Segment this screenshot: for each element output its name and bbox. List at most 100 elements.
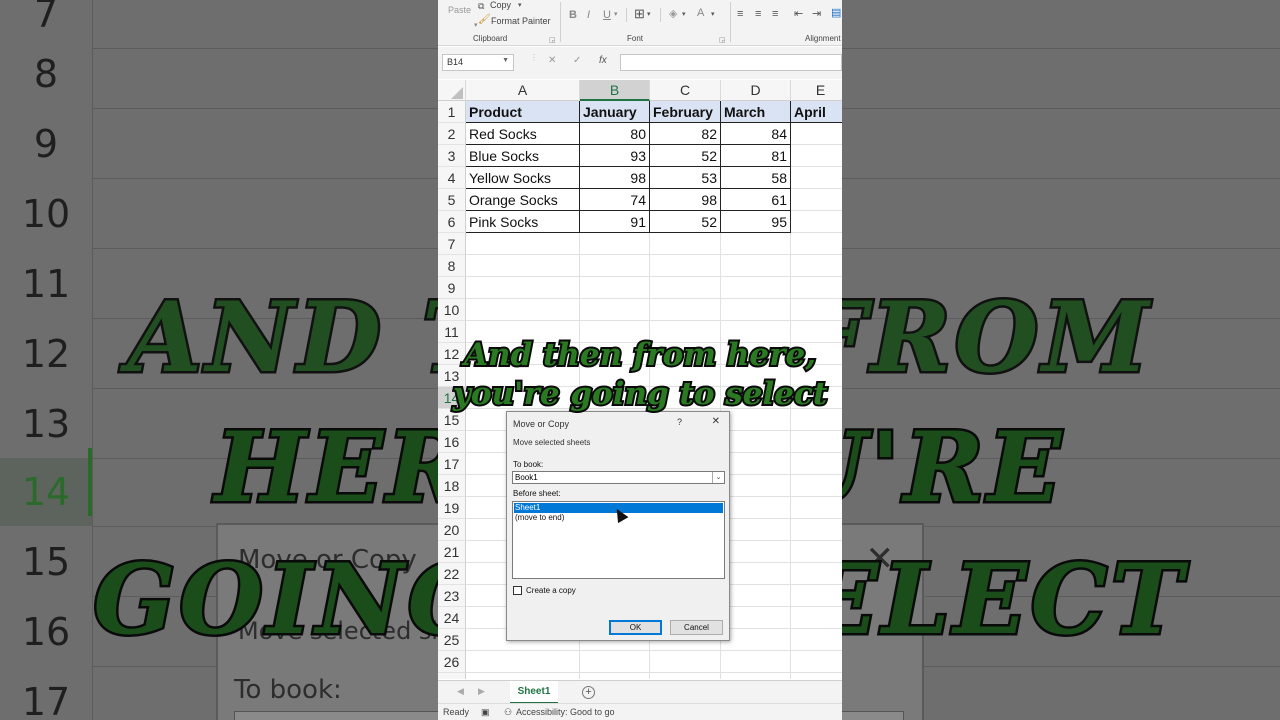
row-header[interactable]: 5 (438, 189, 466, 211)
accessibility-icon[interactable]: ⚇ (504, 707, 512, 718)
cell-a4[interactable]: Yellow Socks (466, 167, 580, 189)
cell-b3[interactable]: 93 (580, 145, 650, 167)
cell-c4[interactable]: 53 (650, 167, 721, 189)
cell-d4[interactable]: 58 (721, 167, 791, 189)
dialog-launcher-icon[interactable]: ◲ (549, 35, 556, 47)
cell-b6[interactable]: 91 (580, 211, 650, 233)
cell-a2[interactable]: Red Socks (466, 123, 580, 145)
cell-d25[interactable] (721, 629, 791, 651)
cell-e4[interactable] (791, 167, 842, 189)
cell-d26[interactable] (721, 651, 791, 673)
cancel-button[interactable]: Cancel (670, 620, 723, 635)
cell-b7[interactable] (580, 233, 650, 255)
row-header[interactable]: 8 (438, 255, 466, 277)
paste-button[interactable]: Paste (448, 5, 471, 15)
align-right-icon[interactable]: ≡ (772, 8, 778, 20)
chevron-down-icon[interactable]: ⌄ (712, 472, 724, 483)
borders-dropdown-icon[interactable]: ▾ (647, 9, 651, 21)
cell-e27[interactable] (791, 673, 842, 679)
cell-e20[interactable] (791, 519, 842, 541)
cell-d17[interactable] (721, 453, 791, 475)
cell-d5[interactable]: 61 (721, 189, 791, 211)
cell-a8[interactable] (466, 255, 580, 277)
cell-b9[interactable] (580, 277, 650, 299)
row-header[interactable]: 20 (438, 519, 466, 541)
cell-c8[interactable] (650, 255, 721, 277)
cell-e22[interactable] (791, 563, 842, 585)
row-header[interactable]: 23 (438, 585, 466, 607)
cell-e26[interactable] (791, 651, 842, 673)
row-header[interactable]: 26 (438, 651, 466, 673)
cell-d20[interactable] (721, 519, 791, 541)
cell-d23[interactable] (721, 585, 791, 607)
cell-e23[interactable] (791, 585, 842, 607)
row-header[interactable]: 10 (438, 299, 466, 321)
cell-e5[interactable] (791, 189, 842, 211)
bold-button[interactable]: B (569, 9, 577, 21)
cell-c3[interactable]: 52 (650, 145, 721, 167)
create-copy-label[interactable]: Create a copy (526, 586, 576, 595)
row-header[interactable]: 24 (438, 607, 466, 629)
row-header[interactable]: 4 (438, 167, 466, 189)
row-header[interactable]: 18 (438, 475, 466, 497)
cell-b5[interactable]: 74 (580, 189, 650, 211)
cell-e1[interactable]: April (791, 101, 842, 123)
cell-c2[interactable]: 82 (650, 123, 721, 145)
name-box[interactable]: B14 ▼ (442, 54, 514, 71)
row-header[interactable]: 21 (438, 541, 466, 563)
cell-a9[interactable] (466, 277, 580, 299)
align-center-icon[interactable]: ≡ (755, 8, 761, 20)
cell-e16[interactable] (791, 431, 842, 453)
cell-e8[interactable] (791, 255, 842, 277)
paste-dropdown-icon[interactable]: ▾ (474, 21, 478, 29)
chevron-down-icon[interactable]: ▼ (502, 57, 509, 64)
italic-button[interactable]: I (587, 9, 590, 21)
cell-d10[interactable] (721, 299, 791, 321)
cell-d21[interactable] (721, 541, 791, 563)
cell-e25[interactable] (791, 629, 842, 651)
cell-d6[interactable]: 95 (721, 211, 791, 233)
underline-dropdown-icon[interactable]: ▾ (614, 9, 618, 21)
row-header[interactable]: 9 (438, 277, 466, 299)
row-header[interactable]: 22 (438, 563, 466, 585)
column-header-c[interactable]: C (650, 80, 721, 101)
cell-e3[interactable] (791, 145, 842, 167)
cell-a5[interactable]: Orange Socks (466, 189, 580, 211)
column-header-a[interactable]: A (466, 80, 580, 101)
cell-d19[interactable] (721, 497, 791, 519)
cell-e2[interactable] (791, 123, 842, 145)
decrease-indent-icon[interactable]: ⇤ (794, 8, 803, 20)
enter-icon[interactable]: ✓ (573, 55, 581, 66)
cell-c1[interactable]: February (650, 101, 721, 123)
cell-c27[interactable] (650, 673, 721, 679)
cell-e19[interactable] (791, 497, 842, 519)
cell-d1[interactable]: March (721, 101, 791, 123)
cell-a26[interactable] (466, 651, 580, 673)
cell-e6[interactable] (791, 211, 842, 233)
row-header[interactable]: 6 (438, 211, 466, 233)
cell-e24[interactable] (791, 607, 842, 629)
format-painter-button[interactable]: Format Painter (491, 16, 551, 26)
cell-d24[interactable] (721, 607, 791, 629)
macro-icon[interactable]: ▣ (481, 707, 490, 718)
row-header[interactable]: 3 (438, 145, 466, 167)
cell-d16[interactable] (721, 431, 791, 453)
cell-e18[interactable] (791, 475, 842, 497)
ok-button[interactable]: OK (609, 620, 662, 635)
font-color-dropdown-icon[interactable]: ▾ (711, 9, 715, 21)
row-header[interactable]: 16 (438, 431, 466, 453)
align-left-icon[interactable]: ≡ (737, 8, 743, 20)
cell-a1[interactable]: Product (466, 101, 580, 123)
insert-function-button[interactable]: fx (599, 55, 607, 66)
cell-e21[interactable] (791, 541, 842, 563)
formula-input[interactable] (620, 54, 842, 71)
cell-c5[interactable]: 98 (650, 189, 721, 211)
cell-d8[interactable] (721, 255, 791, 277)
scroll-right-icon[interactable]: ▶ (478, 686, 485, 697)
row-header[interactable]: 19 (438, 497, 466, 519)
select-all-button[interactable] (438, 80, 466, 101)
accessibility-status[interactable]: Accessibility: Good to go (516, 707, 615, 717)
column-header-b[interactable]: B (580, 80, 650, 101)
copy-button[interactable]: Copy (490, 0, 511, 10)
cell-c9[interactable] (650, 277, 721, 299)
